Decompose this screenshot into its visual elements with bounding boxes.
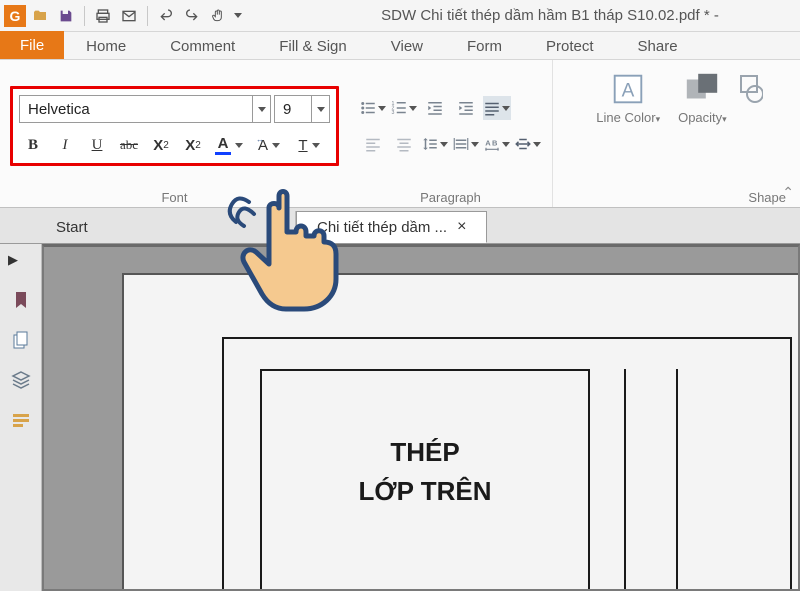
strikethrough-button[interactable]: abc [115, 133, 143, 157]
svg-text:A: A [485, 139, 491, 148]
undo-icon[interactable] [154, 4, 178, 28]
tab-document[interactable]: Chi tiết thép dầm ... × [296, 211, 487, 243]
tab-start-label: Start [56, 219, 88, 236]
line-color-button[interactable]: A Line Color▾ [590, 66, 666, 129]
superscript-button[interactable]: X2 [147, 133, 175, 157]
bookmark-icon[interactable] [11, 290, 31, 308]
hand-tool-icon[interactable] [206, 4, 230, 28]
save-icon[interactable] [54, 4, 78, 28]
workspace: ▶ THÉP LỚP TRÊN [0, 244, 800, 591]
pages-icon[interactable] [11, 330, 31, 348]
line-spacing-button[interactable] [421, 132, 449, 156]
subscript-button[interactable]: X2 [179, 133, 207, 157]
tab-home[interactable]: Home [64, 34, 148, 59]
shape-group-label: Shape [748, 190, 786, 205]
nav-panel: ▶ [0, 244, 42, 591]
layers-icon[interactable] [11, 370, 31, 388]
tab-protect[interactable]: Protect [524, 34, 616, 59]
tab-document-label: Chi tiết thép dầm ... [317, 219, 447, 236]
tab-start[interactable]: Start [36, 211, 296, 243]
fit-width-button[interactable] [514, 132, 542, 156]
expand-nav-icon[interactable]: ▶ [8, 252, 18, 268]
align-center-button[interactable] [390, 132, 418, 156]
print-icon[interactable] [91, 4, 115, 28]
comments-icon[interactable] [11, 410, 31, 428]
pdf-page: THÉP LỚP TRÊN [122, 273, 800, 591]
text-style-button[interactable]: T [291, 133, 327, 157]
line-color-label: Line Color▾ [596, 110, 660, 125]
close-icon[interactable]: × [457, 218, 466, 236]
opacity-icon [683, 70, 721, 108]
svg-text:A: A [622, 81, 635, 102]
divider-line [624, 369, 626, 591]
opacity-button[interactable]: Opacity▾ [672, 66, 733, 129]
font-group: Helvetica 9 B I U abc X2 X2 A A [0, 60, 349, 207]
email-icon[interactable] [117, 4, 141, 28]
tab-share[interactable]: Share [616, 34, 700, 59]
document-tabs: Start Chi tiết thép dầm ... × [0, 208, 800, 244]
chevron-down-icon[interactable] [252, 96, 270, 122]
highlight-color-button[interactable]: A↔ [251, 133, 287, 157]
opacity-label: Opacity▾ [678, 110, 727, 125]
font-color-button[interactable]: A [211, 133, 247, 157]
outdent-button[interactable] [421, 96, 449, 120]
char-spacing-button[interactable]: AB [483, 132, 511, 156]
font-highlight-box: Helvetica 9 B I U abc X2 X2 A A [10, 86, 339, 166]
paragraph-group: 123 AB Paragraph [349, 60, 553, 207]
file-tab[interactable]: File [0, 31, 64, 59]
tab-form[interactable]: Form [445, 34, 524, 59]
font-group-label: Font [161, 190, 187, 205]
number-list-button[interactable]: 123 [390, 96, 418, 120]
text-line-2: LỚP TRÊN [262, 472, 588, 511]
font-name-value: Helvetica [28, 101, 90, 118]
paragraph-group-label: Paragraph [420, 190, 481, 205]
tab-comment[interactable]: Comment [148, 34, 257, 59]
title-bar: SDW Chi tiết thép dầm hầm B1 tháp S10.02… [0, 0, 800, 32]
shape-tool-icon[interactable] [739, 66, 763, 109]
drawing-frame: THÉP LỚP TRÊN [222, 337, 792, 591]
open-icon[interactable] [28, 4, 52, 28]
tab-fill-sign[interactable]: Fill & Sign [257, 34, 369, 59]
font-name-combo[interactable]: Helvetica [19, 95, 271, 123]
font-size-combo[interactable]: 9 [274, 95, 330, 123]
italic-button[interactable]: I [51, 133, 79, 157]
drawing-text: THÉP LỚP TRÊN [262, 433, 588, 511]
window-title: SDW Chi tiết thép dầm hầm B1 tháp S10.02… [244, 7, 796, 24]
bold-button[interactable]: B [19, 133, 47, 157]
indent-button[interactable] [452, 96, 480, 120]
svg-text:B: B [492, 139, 498, 148]
separator [84, 6, 85, 26]
bullet-list-button[interactable] [359, 96, 387, 120]
align-button[interactable] [483, 96, 511, 120]
chevron-down-icon[interactable] [311, 96, 329, 122]
ribbon: Helvetica 9 B I U abc X2 X2 A A [0, 60, 800, 208]
line-color-icon: A [609, 70, 647, 108]
divider-line [676, 369, 678, 591]
shape-group: A Line Color▾ Opacity▾ Shape [553, 60, 800, 207]
page-viewport[interactable]: THÉP LỚP TRÊN [42, 244, 800, 591]
text-line-1: THÉP [262, 433, 588, 472]
separator [147, 6, 148, 26]
font-size-value: 9 [283, 101, 291, 118]
align-left-button[interactable] [359, 132, 387, 156]
paragraph-spacing-button[interactable] [452, 132, 480, 156]
svg-text:3: 3 [392, 110, 395, 116]
app-logo-icon [4, 5, 26, 27]
redo-icon[interactable] [180, 4, 204, 28]
qat-dropdown-icon[interactable] [232, 4, 244, 28]
ribbon-collapse-icon[interactable]: ⌃ [782, 184, 794, 201]
drawing-cell: THÉP LỚP TRÊN [260, 369, 590, 591]
menu-bar: File Home Comment Fill & Sign View Form … [0, 32, 800, 60]
quick-access-toolbar [4, 4, 244, 28]
underline-button[interactable]: U [83, 133, 111, 157]
tab-view[interactable]: View [369, 34, 445, 59]
